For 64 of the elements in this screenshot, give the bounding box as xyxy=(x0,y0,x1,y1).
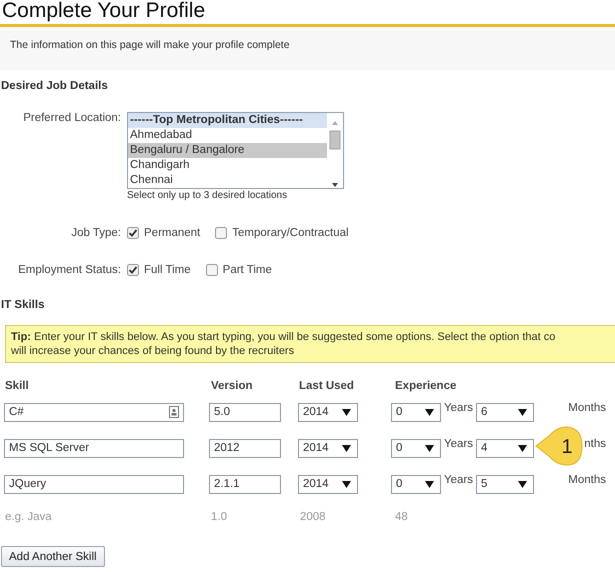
callout-badge: 1 xyxy=(535,426,583,466)
skill-field[interactable]: C# xyxy=(4,402,184,422)
list-option[interactable]: Chandigarh xyxy=(128,158,327,173)
years-dropdown[interactable]: 0 xyxy=(391,402,441,422)
section-heading: IT Skills xyxy=(1,298,46,313)
months-dropdown[interactable]: 6 xyxy=(476,402,534,422)
years-dropdown[interactable]: 0 xyxy=(391,438,441,458)
version-field[interactable]: 2012 xyxy=(209,438,281,458)
caret-icon xyxy=(342,408,351,416)
checkbox[interactable] xyxy=(127,264,139,276)
list-option[interactable]: Chennai xyxy=(128,173,327,188)
field-label: Preferred Location: xyxy=(22,112,122,124)
caret-icon xyxy=(518,480,527,488)
list-option[interactable]: Bengaluru / Bangalore xyxy=(128,143,327,158)
caret-icon xyxy=(425,480,434,488)
example-text: 1.0 xyxy=(211,511,227,523)
column-header: Skill xyxy=(4,380,30,394)
months-dropdown[interactable]: 4 xyxy=(476,438,534,458)
caret-icon xyxy=(425,408,434,416)
tip-text: Tip: Enter your IT skills below. As you start typing, you will be suggested some options. Select the option that co xyxy=(11,330,556,344)
checkbox-label: Temporary/Contractual xyxy=(232,227,349,239)
unit-label: Years xyxy=(444,474,473,486)
unit-label: Years xyxy=(444,402,473,414)
skill-field[interactable]: MS SQL Server xyxy=(4,438,184,458)
add-skill-button[interactable]: Add Another Skill xyxy=(1,546,105,567)
contact-card-icon[interactable] xyxy=(169,406,179,418)
months-dropdown[interactable]: 5 xyxy=(476,474,534,494)
hint-text: Select only up to 3 desired locations xyxy=(127,190,288,201)
field-label: Employment Status: xyxy=(17,264,122,276)
caret-icon xyxy=(342,444,351,452)
checkbox-label: Full Time xyxy=(144,264,191,276)
tip-text: will increase your chances of being found by the recruiters xyxy=(11,344,296,358)
column-header: Experience xyxy=(394,380,458,394)
caret-icon xyxy=(342,480,351,488)
example-text: 48 xyxy=(395,511,408,523)
checkbox-label: Permanent xyxy=(144,227,200,239)
checkbox-label: Part Time xyxy=(222,264,272,276)
years-dropdown[interactable]: 0 xyxy=(391,474,441,494)
year-dropdown[interactable]: 2014 xyxy=(298,474,358,494)
skill-field[interactable]: JQuery xyxy=(4,474,184,494)
caret-icon xyxy=(518,444,527,452)
checkbox[interactable] xyxy=(206,264,218,276)
unit-label: nths xyxy=(584,438,606,450)
version-field[interactable]: 2.1.1 xyxy=(209,474,281,494)
column-header: Last Used xyxy=(298,380,355,394)
location-listbox[interactable]: ------Top Metropolitan Cities------ Ahmedabad Bengaluru / Bangalore Chandigarh Chennai xyxy=(127,112,344,189)
unit-label: Years xyxy=(444,438,473,450)
caret-icon xyxy=(425,444,434,452)
year-dropdown[interactable]: 2014 xyxy=(298,438,358,458)
option-group-label: ------Top Metropolitan Cities------ xyxy=(128,113,327,128)
checkbox[interactable] xyxy=(215,227,228,239)
checkbox[interactable] xyxy=(127,227,139,239)
intro-text: The information on this page will make your profile complete xyxy=(10,39,290,51)
section-heading: Desired Job Details xyxy=(1,79,109,94)
version-field[interactable]: 5.0 xyxy=(209,402,281,422)
unit-label: Months xyxy=(568,402,606,414)
example-text: 2008 xyxy=(299,511,326,523)
field-label: Job Type: xyxy=(70,227,122,239)
caret-icon xyxy=(518,408,527,416)
unit-label: Months xyxy=(568,474,606,486)
column-header: Version xyxy=(210,380,254,394)
example-text: e.g. Java xyxy=(5,511,52,523)
list-option[interactable]: Ahmedabad xyxy=(128,128,327,143)
year-dropdown[interactable]: 2014 xyxy=(298,402,358,422)
